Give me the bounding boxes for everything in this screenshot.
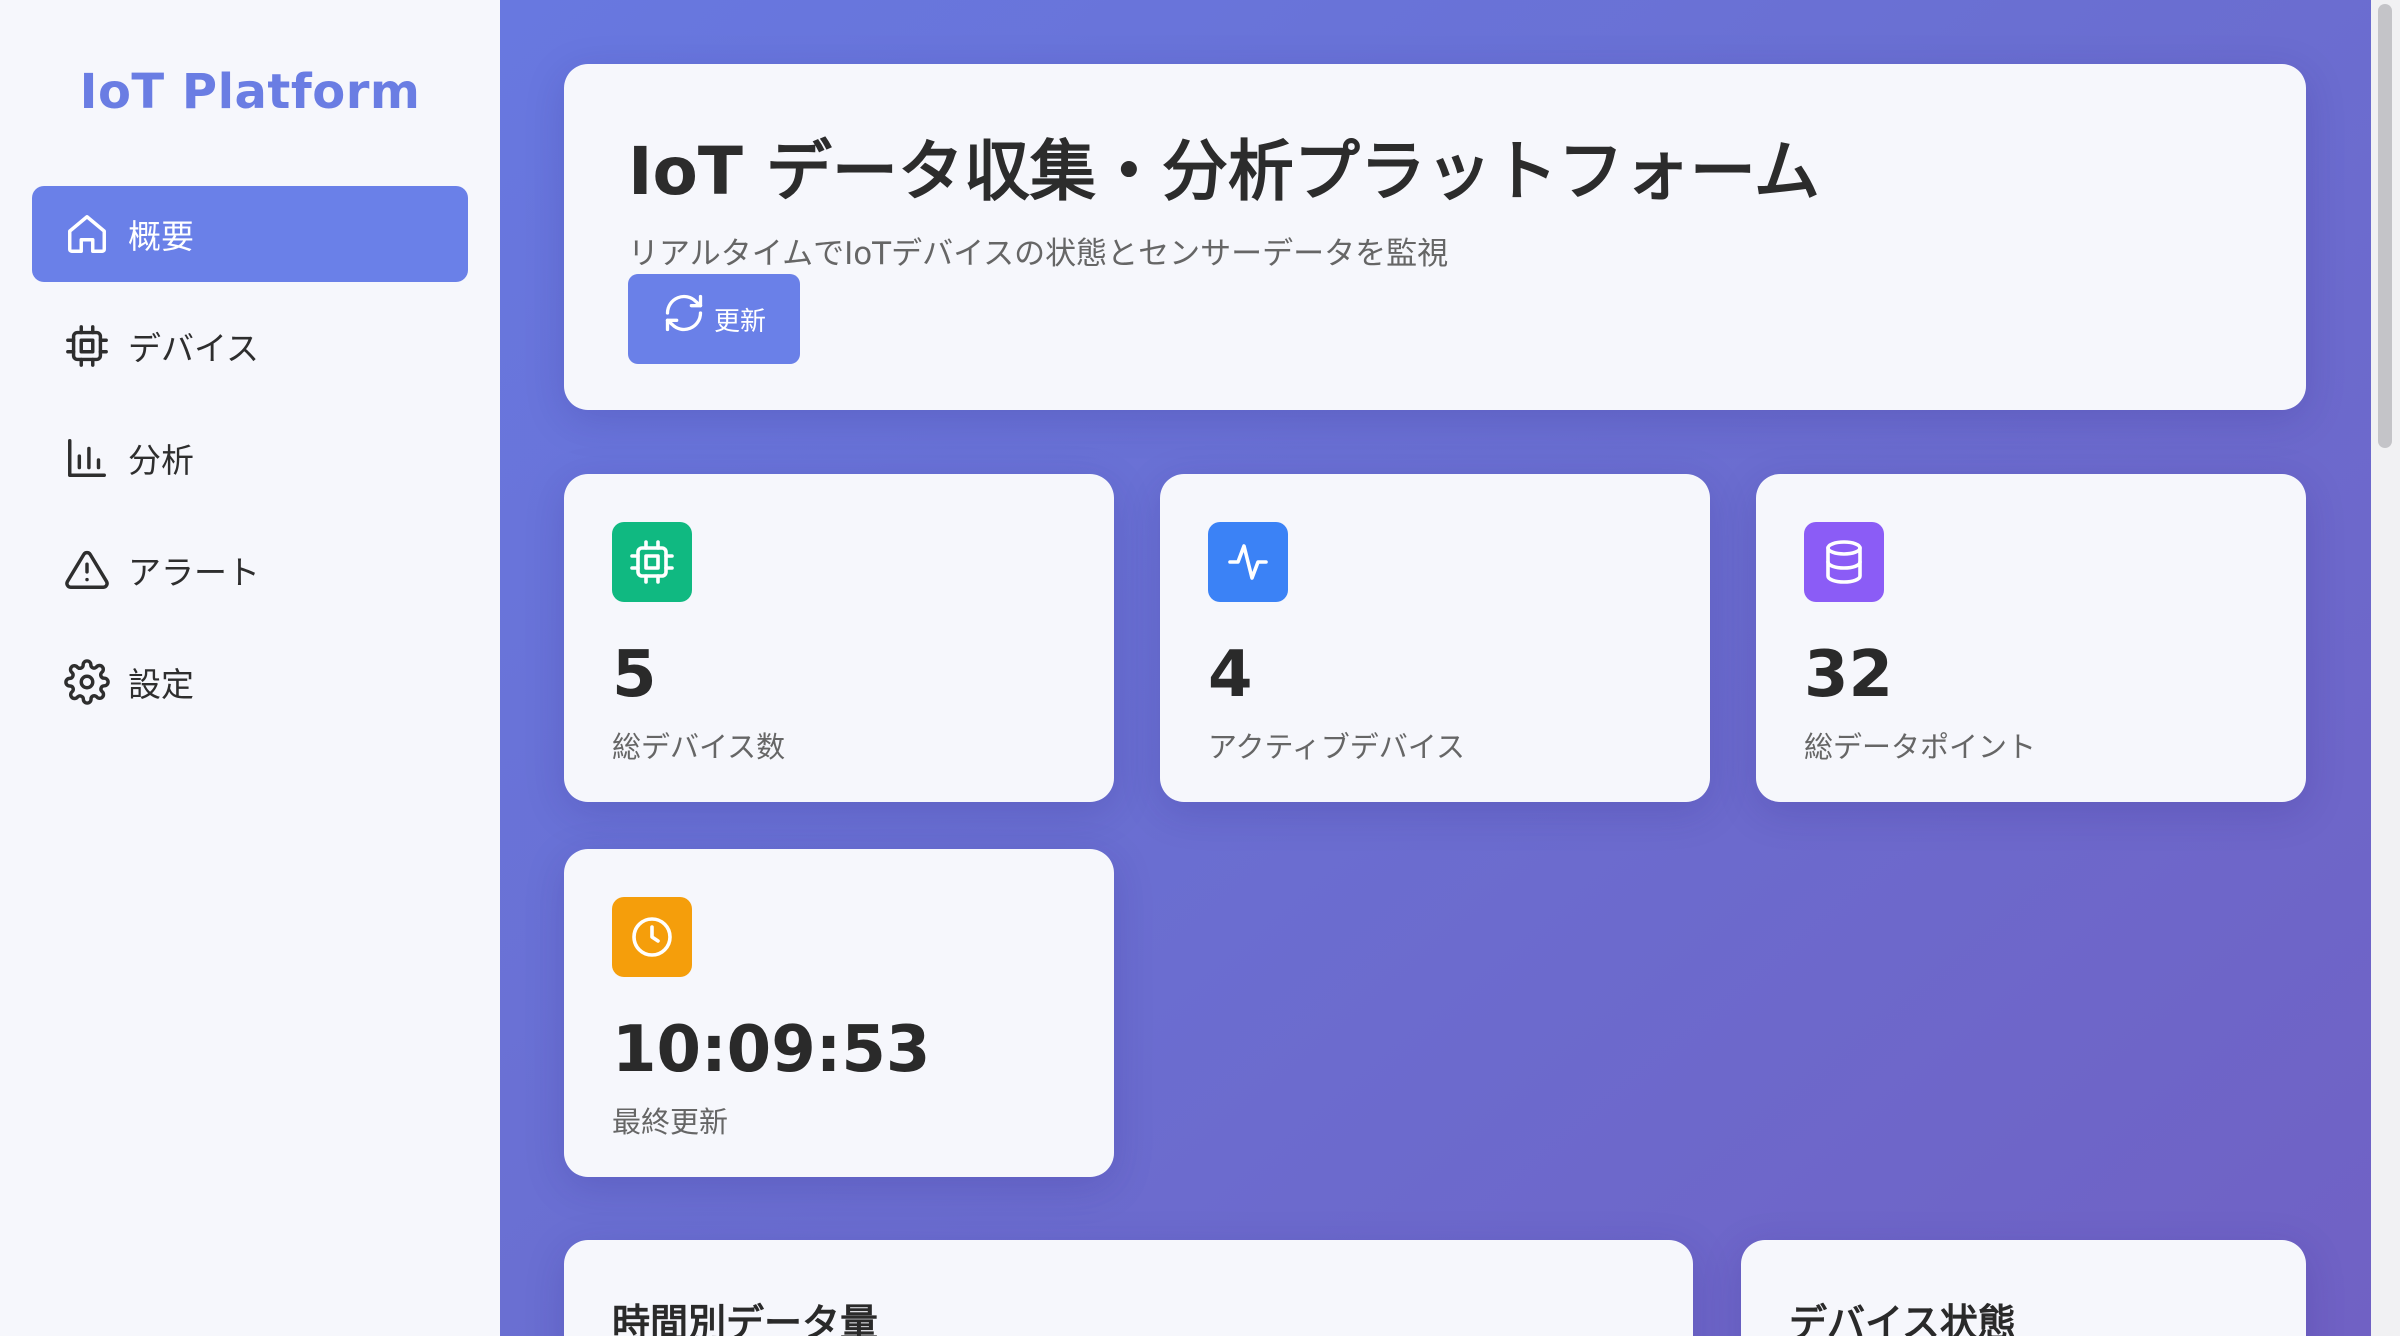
sidebar-item-alerts[interactable]: アラート <box>32 522 468 618</box>
page-scrollbar[interactable] <box>2371 0 2400 1336</box>
header-card: IoT データ収集・分析プラットフォーム リアルタイムでIoTデバイスの状態とセ… <box>564 64 2306 410</box>
page-title: IoT データ収集・分析プラットフォーム <box>628 133 1820 210</box>
device-status-panel: デバイス状態 <box>1741 1240 2306 1336</box>
hourly-data-panel: 時間別データ量 <box>564 1240 1693 1336</box>
main-content: IoT データ収集・分析プラットフォーム リアルタイムでIoTデバイスの状態とセ… <box>500 0 2371 1336</box>
alert-triangle-icon <box>64 547 110 593</box>
panel-title: 時間別データ量 <box>612 1301 879 1336</box>
chip-icon <box>612 522 692 602</box>
stat-label: 総データポイント <box>1804 730 2037 764</box>
stat-value: 10:09:53 <box>612 1013 931 1087</box>
database-icon <box>1804 522 1884 602</box>
sidebar-item-label: 概要 <box>128 217 194 256</box>
refresh-button[interactable]: 更新 <box>628 274 800 364</box>
sidebar-item-analytics[interactable]: 分析 <box>32 410 468 506</box>
gear-icon <box>64 659 110 705</box>
panel-title: デバイス状態 <box>1789 1301 2016 1336</box>
stat-card-active-devices: 4 アクティブデバイス <box>1160 474 1710 802</box>
sidebar-item-overview[interactable]: 概要 <box>32 186 468 282</box>
clock-icon <box>612 897 692 977</box>
stat-label: 最終更新 <box>612 1105 729 1139</box>
refresh-icon <box>662 294 706 335</box>
stat-card-total-devices: 5 総デバイス数 <box>564 474 1114 802</box>
activity-icon <box>1208 522 1288 602</box>
brand-logo: IoT Platform <box>79 64 421 120</box>
stat-label: 総デバイス数 <box>612 730 786 764</box>
page-subtitle: リアルタイムでIoTデバイスの状態とセンサーデータを監視 <box>628 236 1449 272</box>
stat-card-data-points: 32 総データポイント <box>1756 474 2306 802</box>
sidebar-item-label: アラート <box>128 553 260 592</box>
stat-card-last-updated: 10:09:53 最終更新 <box>564 849 1114 1177</box>
stat-value: 32 <box>1804 638 1894 712</box>
bar-chart-icon <box>64 435 110 481</box>
chip-icon <box>64 323 110 369</box>
refresh-label: 更新 <box>713 305 766 336</box>
sidebar-item-devices[interactable]: デバイス <box>32 298 468 394</box>
scrollbar-thumb[interactable] <box>2378 4 2392 448</box>
sidebar-item-label: デバイス <box>128 329 260 368</box>
sidebar-item-label: 分析 <box>128 441 194 480</box>
sidebar: IoT Platform 概要 デバイス 分析 アラート 設定 <box>0 0 500 1336</box>
sidebar-item-settings[interactable]: 設定 <box>32 634 468 730</box>
sidebar-item-label: 設定 <box>128 665 194 704</box>
stat-value: 4 <box>1208 638 1253 712</box>
stat-value: 5 <box>612 638 657 712</box>
home-icon <box>64 211 110 257</box>
stat-label: アクティブデバイス <box>1208 730 1465 764</box>
